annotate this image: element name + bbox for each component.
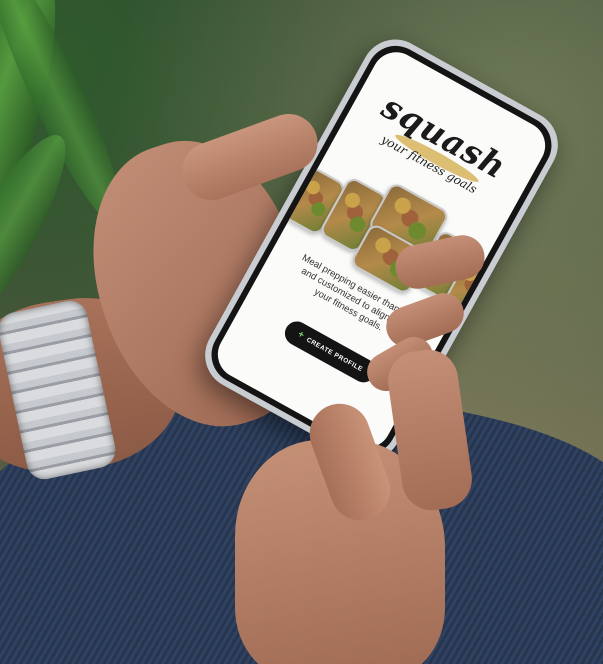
photo-scene: squash your fitness goals Meal prepping … bbox=[0, 0, 603, 664]
create-profile-label: CREATE PROFILE bbox=[305, 336, 365, 373]
plus-icon: + bbox=[295, 328, 307, 342]
create-profile-button[interactable]: + CREATE PROFILE bbox=[280, 317, 380, 387]
